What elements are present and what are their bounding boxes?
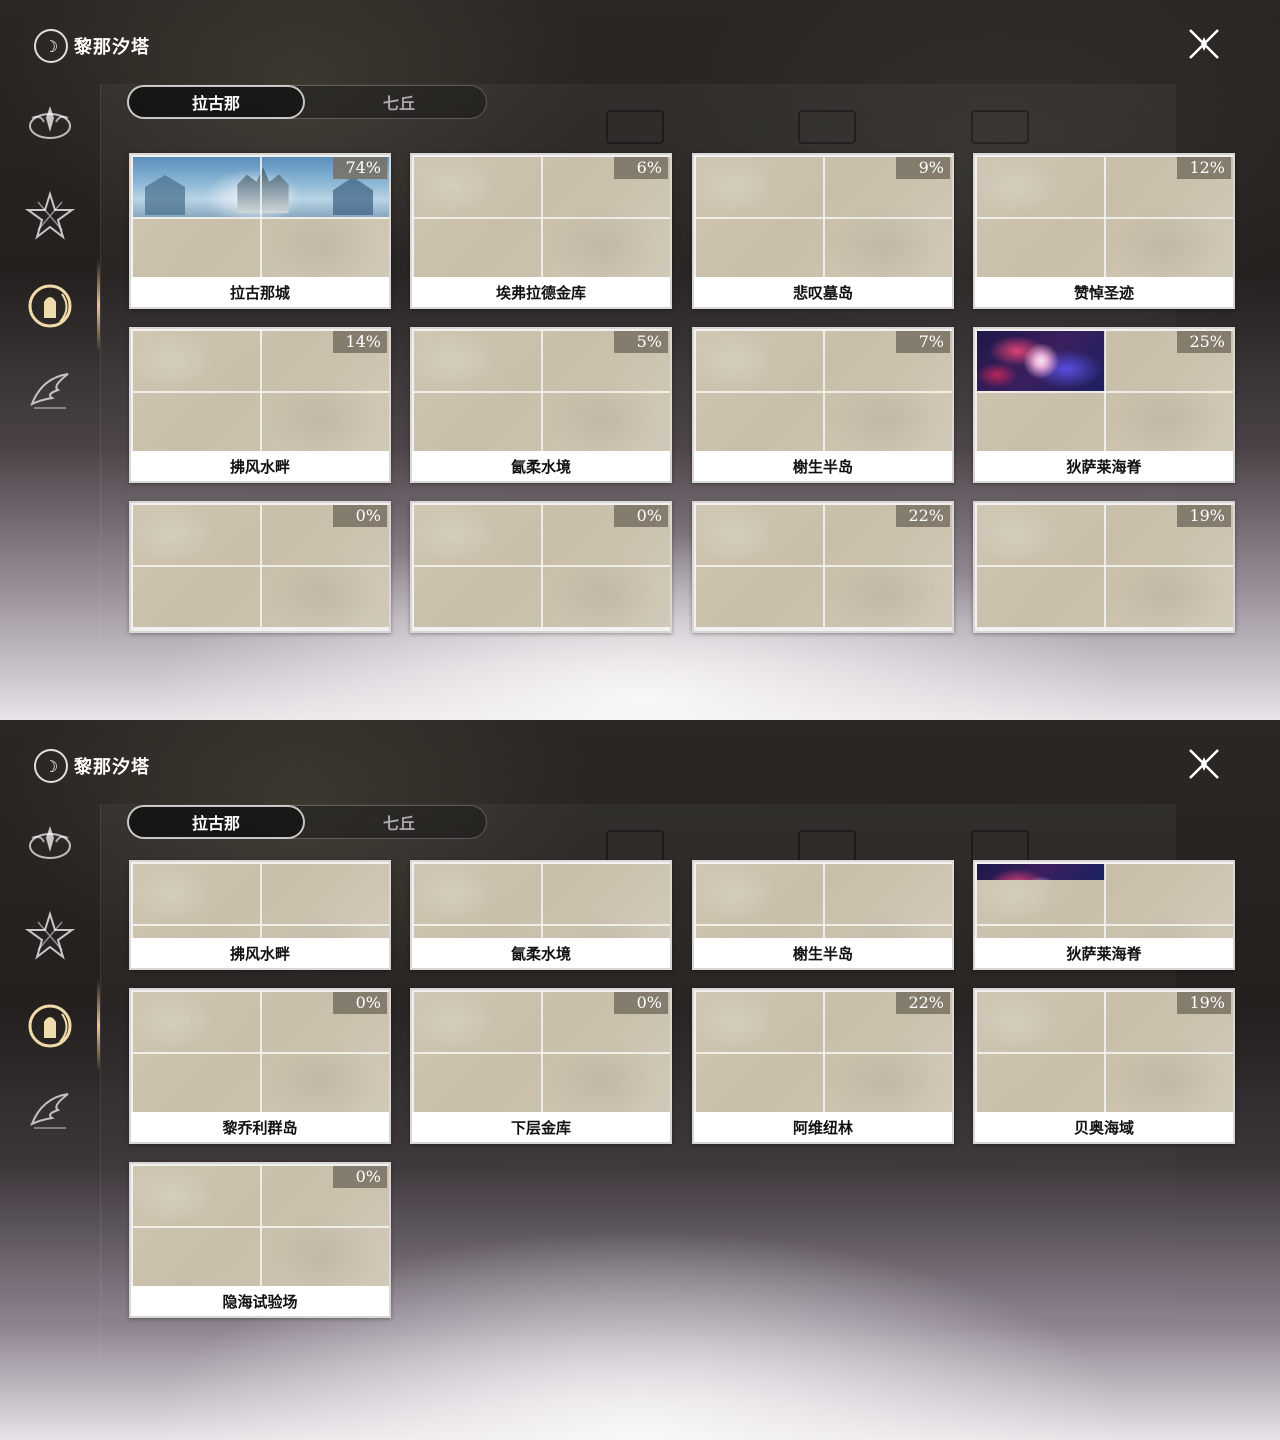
- exploration-progress: 7%: [896, 331, 950, 353]
- region-map-thumbnail: [133, 864, 389, 942]
- region-name: 狄萨莱海脊: [975, 451, 1233, 481]
- region-name: 拂风水畔: [131, 451, 389, 481]
- region-card[interactable]: 0% 隐海试验场: [129, 1162, 391, 1318]
- region-name: 榭生半岛: [694, 451, 952, 481]
- region-grid: 74% 拉古那城 6% 埃弗拉德金库 9% 悲叹墓岛 12% 赞悼圣迹 14% …: [0, 0, 1280, 720]
- region-name: 黎乔利群岛: [131, 1112, 389, 1142]
- exploration-progress: 19%: [1177, 992, 1231, 1014]
- exploration-progress: 12%: [1177, 157, 1231, 179]
- region-grid: 拂风水畔 氤柔水境 榭生半岛 狄萨莱海脊 0% 黎乔利群岛 0% 下层金库 22…: [0, 720, 1280, 1440]
- region-name: 狄萨莱海脊: [975, 938, 1233, 968]
- exploration-progress: 0%: [333, 1166, 387, 1188]
- region-card[interactable]: 14% 拂风水畔: [129, 327, 391, 483]
- exploration-progress: 0%: [333, 505, 387, 527]
- exploration-progress: 25%: [1177, 331, 1231, 353]
- exploration-progress: 0%: [614, 505, 668, 527]
- region-card[interactable]: 0%: [410, 501, 672, 633]
- region-card[interactable]: 19% 贝奥海域: [973, 988, 1235, 1144]
- map-select-screen-scrolled: ☽ 黎那汐塔 拉古那 七丘 拂风水畔 氤柔水境 榭生半岛 狄萨莱海脊 0% 黎乔…: [0, 720, 1280, 1440]
- region-card[interactable]: 榭生半岛: [692, 860, 954, 970]
- exploration-progress: 9%: [896, 157, 950, 179]
- exploration-progress: 0%: [333, 992, 387, 1014]
- exploration-progress: 74%: [333, 157, 387, 179]
- region-name: 氤柔水境: [412, 451, 670, 481]
- region-card[interactable]: 22%: [692, 501, 954, 633]
- exploration-progress: 6%: [614, 157, 668, 179]
- region-card[interactable]: 0% 黎乔利群岛: [129, 988, 391, 1144]
- region-name: 隐海试验场: [131, 1286, 389, 1316]
- region-name: 阿维纽林: [694, 1112, 952, 1142]
- region-card[interactable]: 12% 赞悼圣迹: [973, 153, 1235, 309]
- region-name: 榭生半岛: [694, 938, 952, 968]
- region-card[interactable]: 25% 狄萨莱海脊: [973, 327, 1235, 483]
- region-card[interactable]: 6% 埃弗拉德金库: [410, 153, 672, 309]
- region-map-thumbnail: [414, 864, 670, 942]
- region-card[interactable]: 9% 悲叹墓岛: [692, 153, 954, 309]
- exploration-progress: 14%: [333, 331, 387, 353]
- region-card[interactable]: 0% 下层金库: [410, 988, 672, 1144]
- region-name: 氤柔水境: [412, 938, 670, 968]
- region-name: 悲叹墓岛: [694, 277, 952, 307]
- region-card[interactable]: 氤柔水境: [410, 860, 672, 970]
- region-map-thumbnail: [696, 864, 952, 942]
- region-cover-image: [977, 864, 1105, 880]
- region-name: 埃弗拉德金库: [412, 277, 670, 307]
- map-select-screen-top: ☽ 黎那汐塔 拉古那 七丘 74% 拉古那城 6% 埃弗拉德金库 9% 悲叹墓岛…: [0, 0, 1280, 720]
- exploration-progress: 19%: [1177, 505, 1231, 527]
- region-card[interactable]: 7% 榭生半岛: [692, 327, 954, 483]
- region-name: 贝奥海域: [975, 1112, 1233, 1142]
- exploration-progress: 5%: [614, 331, 668, 353]
- region-card[interactable]: 拂风水畔: [129, 860, 391, 970]
- region-card[interactable]: 狄萨莱海脊: [973, 860, 1235, 970]
- region-name: 下层金库: [412, 1112, 670, 1142]
- region-card[interactable]: 19%: [973, 501, 1235, 633]
- region-card[interactable]: 0%: [129, 501, 391, 633]
- exploration-progress: 0%: [614, 992, 668, 1014]
- region-name: 拉古那城: [131, 277, 389, 307]
- exploration-progress: 22%: [896, 505, 950, 527]
- region-card[interactable]: 22% 阿维纽林: [692, 988, 954, 1144]
- region-name: 拂风水畔: [131, 938, 389, 968]
- exploration-progress: 22%: [896, 992, 950, 1014]
- region-card[interactable]: 74% 拉古那城: [129, 153, 391, 309]
- region-map-thumbnail: [977, 864, 1233, 942]
- region-name: 赞悼圣迹: [975, 277, 1233, 307]
- region-card[interactable]: 5% 氤柔水境: [410, 327, 672, 483]
- region-cover-image: [977, 331, 1105, 391]
